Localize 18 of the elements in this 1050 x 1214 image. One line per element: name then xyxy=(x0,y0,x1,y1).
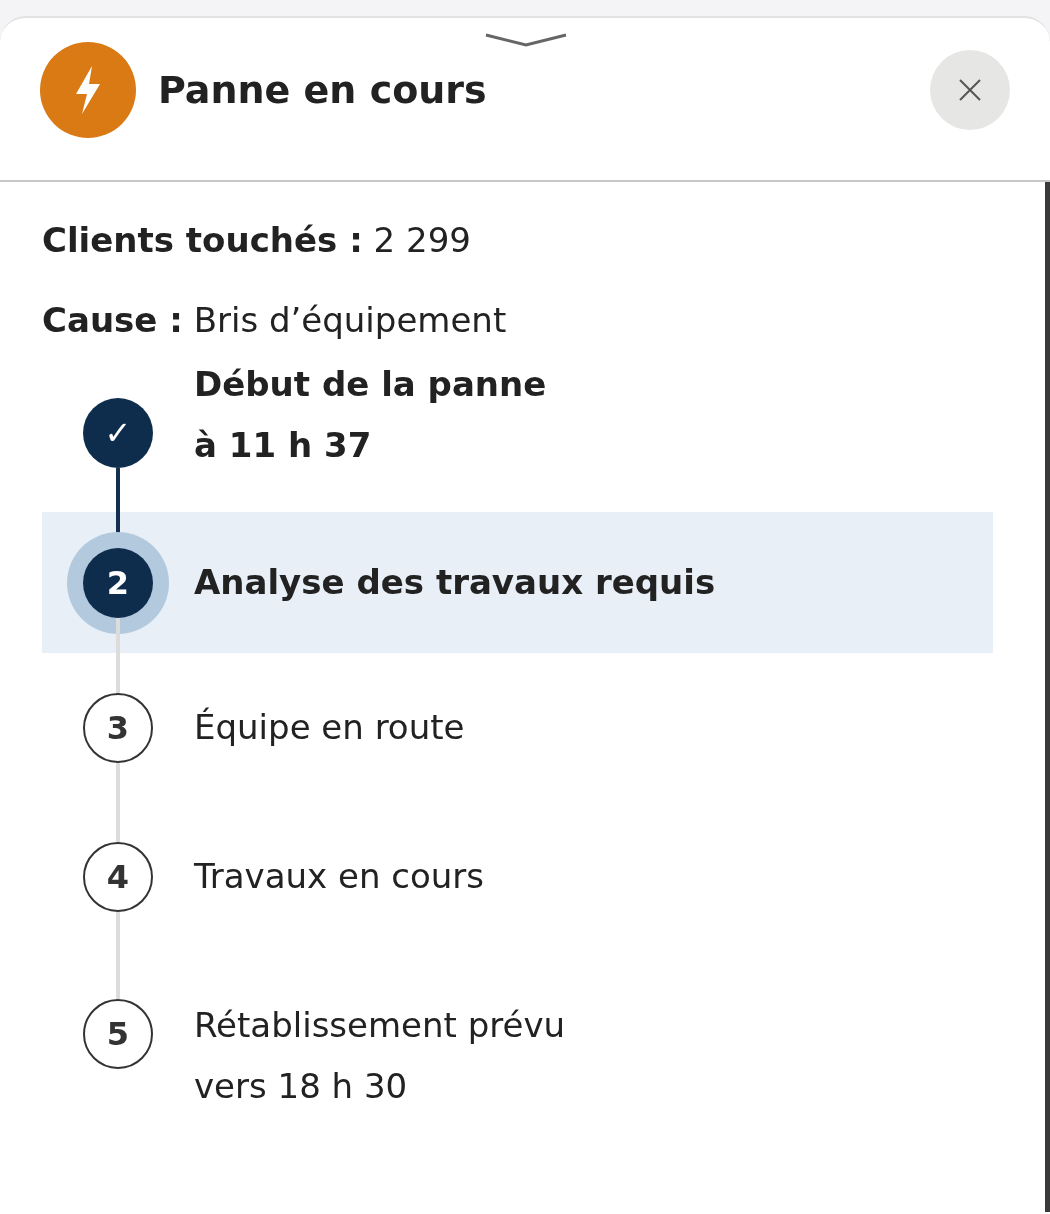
step-marker: 4 xyxy=(83,841,153,912)
info-text: Cause : Bris d’équipement xyxy=(42,300,508,340)
collapse-handle-icon[interactable] xyxy=(484,32,568,48)
step-marker: 5 xyxy=(83,999,153,1069)
step-text: Travaux en cours xyxy=(194,855,485,898)
info-text: Clients touchés : 2 299 xyxy=(42,220,472,260)
step-marker: 2 xyxy=(83,547,153,618)
step-text: Analyse des travaux requis xyxy=(194,561,716,604)
step-text: Rétablissement prévu xyxy=(194,1004,566,1047)
step-marker: 3 xyxy=(83,692,153,763)
step-marker: ✓ xyxy=(83,398,153,468)
step-text: vers 18 h 30 xyxy=(194,1065,409,1108)
lightning-icon xyxy=(40,42,136,138)
step-text: Début de la panne xyxy=(194,363,547,406)
step-text: à 11 h 37 xyxy=(194,424,373,467)
step-text: Équipe en route xyxy=(194,706,465,749)
close-icon xyxy=(958,78,982,102)
panel-title: Panne en cours xyxy=(158,68,488,112)
